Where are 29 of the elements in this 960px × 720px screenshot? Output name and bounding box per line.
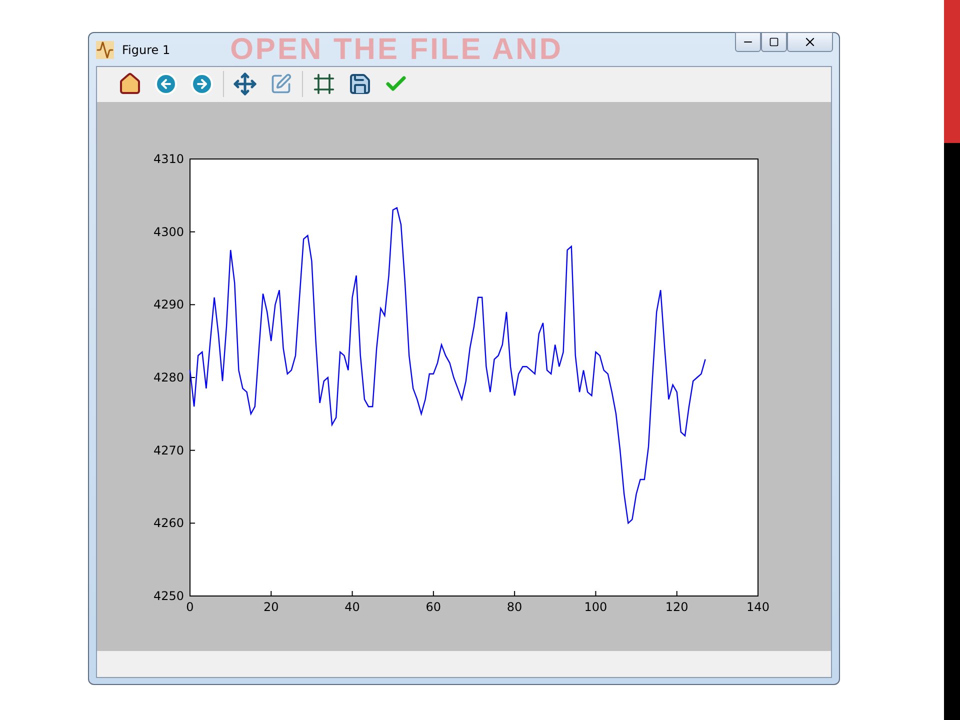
maximize-icon [769, 37, 779, 47]
frame-icon [313, 73, 335, 96]
app-icon [96, 40, 114, 58]
forward-icon [190, 72, 214, 96]
close-icon [803, 35, 817, 49]
home-icon [118, 72, 142, 96]
y-tick-label: 4300 [153, 224, 184, 239]
window-title: Figure 1 [122, 42, 170, 56]
y-tick-label: 4280 [153, 370, 184, 384]
x-tick-label: 140 [746, 600, 770, 614]
x-tick-label: 80 [506, 600, 522, 614]
y-tick-label: 4270 [153, 443, 184, 458]
y-tick-label: 4260 [153, 516, 184, 530]
x-tick-label: 100 [584, 600, 608, 614]
x-tick-label: 60 [426, 600, 442, 614]
back-icon [154, 72, 178, 96]
slide-title: OPEN THE FILE AND [230, 32, 563, 66]
y-tick-label: 4250 [153, 588, 184, 603]
maximize-button[interactable] [761, 32, 787, 52]
x-tick-label: 40 [344, 600, 360, 614]
x-tick-label: 0 [186, 600, 194, 614]
pencil-icon [270, 73, 292, 96]
y-tick-label: 4290 [153, 297, 184, 312]
x-tick-label: 120 [665, 600, 688, 614]
x-tick-label: 20 [264, 600, 279, 614]
close-button[interactable] [787, 32, 833, 52]
save-icon [348, 72, 372, 96]
y-tick-label: 4310 [153, 152, 184, 166]
move-icon [233, 72, 257, 96]
